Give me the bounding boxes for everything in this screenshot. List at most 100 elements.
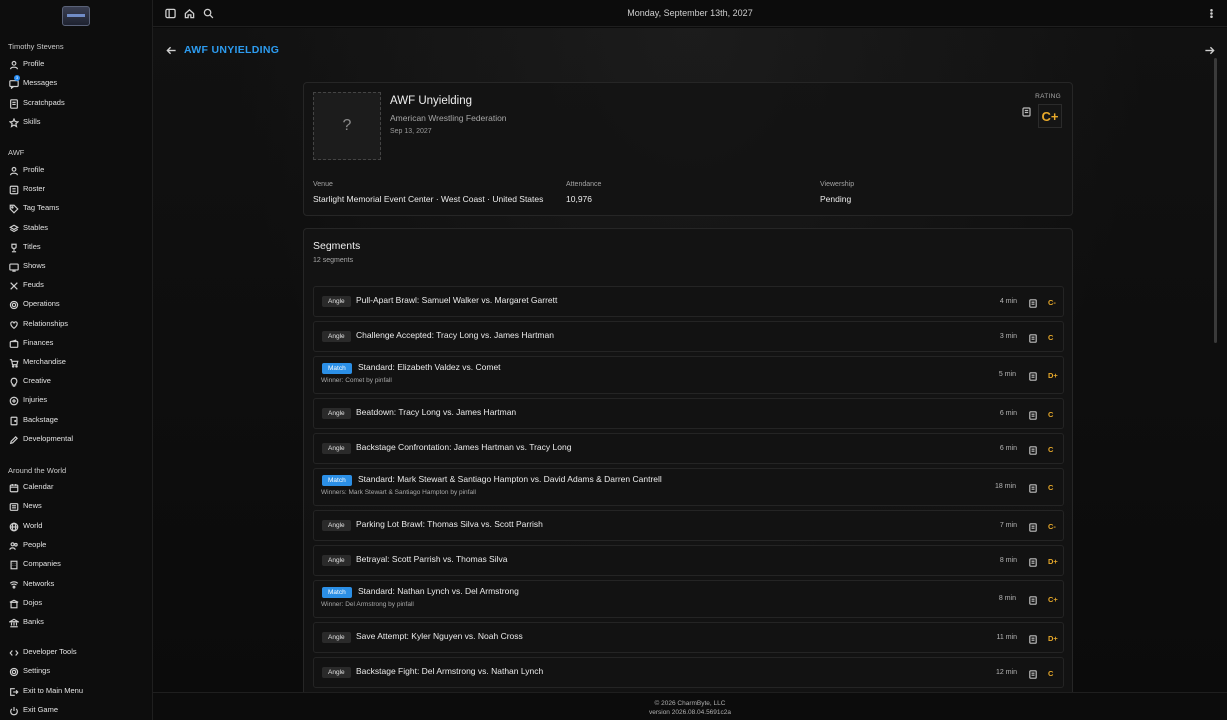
main-content: AWF UNYIELDING ? AWF Unyielding American… (153, 28, 1227, 692)
segment-name: Standard: Mark Stewart & Santiago Hampto… (358, 474, 662, 484)
segment-name: Challenge Accepted: Tracy Long vs. James… (356, 330, 554, 340)
segment-notes-icon[interactable] (1029, 634, 1037, 644)
segment-row[interactable]: Match Standard: Mark Stewart & Santiago H… (313, 468, 1064, 506)
segment-notes-icon[interactable] (1029, 372, 1037, 381)
sidebar-item-org-tag-teams[interactable]: Tag Teams (0, 201, 152, 217)
sidebar-item-system-exit-game[interactable]: Exit Game (0, 703, 152, 719)
footer: © 2026 CharmByte, LLC version 2026.08.04… (153, 692, 1227, 720)
sidebar-item-world-world[interactable]: World (0, 519, 152, 535)
sidebar-item-org-feuds[interactable]: Feuds (0, 278, 152, 294)
sidebar-item-org-backstage[interactable]: Backstage (0, 413, 152, 429)
segment-notes-icon[interactable] (1029, 445, 1037, 455)
more-vertical-icon[interactable] (1206, 8, 1217, 19)
sidebar-item-world-banks[interactable]: Banks (0, 615, 152, 631)
segment-notes-icon[interactable] (1029, 557, 1037, 567)
star-icon (9, 117, 19, 128)
segment-notes-icon[interactable] (1029, 298, 1037, 308)
game-logo[interactable] (62, 6, 90, 26)
sidebar-item-label: Companies (23, 559, 61, 569)
segment-grade: C+ (1048, 595, 1058, 604)
rating-label: RATING (1035, 93, 1061, 100)
segment-row[interactable]: Angle Parking Lot Brawl: Thomas Silva vs.… (313, 510, 1064, 541)
sidebar-item-org-stables[interactable]: Stables (0, 221, 152, 237)
segment-name: Beatdown: Tracy Long vs. James Hartman (356, 407, 517, 417)
sidebar-item-user-messages[interactable]: 3 Messages (0, 75, 152, 92)
segments-title: Segments (313, 240, 361, 252)
lightbulb-icon (9, 377, 19, 387)
sidebar-item-world-calendar[interactable]: Calendar (0, 480, 152, 496)
sidebar-item-user-skills[interactable]: Skills (0, 115, 152, 131)
segment-notes-icon[interactable] (1029, 410, 1037, 420)
sidebar-item-world-companies[interactable]: Companies (0, 557, 152, 573)
stat-value[interactable]: Starlight Memorial Event Center · West C… (313, 194, 543, 204)
sidebar-item-org-relationships[interactable]: Relationships (0, 317, 152, 333)
federation-name[interactable]: American Wrestling Federation (390, 113, 507, 123)
segment-name: Parking Lot Brawl: Thomas Silva vs. Scot… (356, 519, 543, 529)
scrollbar[interactable] (1214, 58, 1217, 343)
sidebar-item-user-scratchpads[interactable]: Scratchpads (0, 96, 152, 112)
sidebar-item-org-merchandise[interactable]: Merchandise (0, 355, 152, 371)
segment-notes-icon[interactable] (1029, 522, 1037, 532)
segment-notes-icon[interactable] (1029, 333, 1037, 343)
sidebar-item-org-operations[interactable]: Operations (0, 297, 152, 313)
segment-type-tag: Match (322, 363, 352, 374)
sidebar-item-world-people[interactable]: People (0, 538, 152, 554)
cart-icon (9, 358, 19, 368)
sidebar-item-org-roster[interactable]: Roster (0, 182, 152, 198)
sidebar-section-user: Timothy Stevens (8, 42, 64, 51)
sidebar-item-org-finances[interactable]: Finances (0, 336, 152, 352)
network-icon (9, 580, 19, 590)
segments-count: 12 segments (313, 257, 354, 264)
segment-row[interactable]: Match Standard: Elizabeth Valdez vs. Come… (313, 356, 1064, 394)
sidebar-item-system-developer-tools[interactable]: Developer Tools (0, 645, 152, 661)
people-icon (9, 541, 19, 551)
segment-row[interactable]: Angle Challenge Accepted: Tracy Long vs. … (313, 321, 1064, 352)
sidebar-item-label: Dojos (23, 597, 43, 607)
segment-notes-icon[interactable] (1029, 596, 1037, 605)
notes-icon[interactable] (1022, 107, 1031, 117)
sidebar-section-org: AWF (8, 148, 25, 157)
sidebar-item-world-dojos[interactable]: Dojos (0, 596, 152, 612)
sidebar-item-label: Backstage (23, 414, 59, 424)
sidebar-item-org-shows[interactable]: Shows (0, 259, 152, 275)
sidebar-item-system-settings[interactable]: Settings (0, 664, 152, 680)
segment-grade: C- (1048, 521, 1056, 531)
back-arrow-icon[interactable] (166, 45, 177, 56)
segment-type-tag: Angle (322, 632, 351, 643)
sidebar-item-label: Calendar (23, 482, 54, 491)
pencil-icon (9, 435, 19, 445)
sidebar-item-label: News (23, 501, 42, 511)
segment-row[interactable]: Angle Backstage Fight: Del Armstrong vs. … (313, 657, 1064, 688)
segment-duration: 4 min (999, 297, 1017, 305)
show-summary-card: ? AWF Unyielding American Wrestling Fede… (303, 82, 1073, 216)
sidebar-item-world-networks[interactable]: Networks (0, 577, 152, 593)
segment-notes-icon[interactable] (1029, 484, 1037, 493)
sidebar-item-label: Tag Teams (23, 203, 60, 213)
sidebar-item-org-titles[interactable]: Titles (0, 240, 152, 256)
segment-name: Save Attempt: Kyler Nguyen vs. Noah Cros… (356, 631, 523, 641)
stack-icon (9, 224, 19, 234)
unread-badge: 3 (14, 75, 20, 82)
segment-row[interactable]: Angle Beatdown: Tracy Long vs. James Hart… (313, 398, 1064, 429)
segment-row[interactable]: Angle Save Attempt: Kyler Nguyen vs. Noah… (313, 622, 1064, 653)
dojo-icon (9, 599, 19, 609)
segment-row[interactable]: Angle Pull-Apart Brawl: Samuel Walker vs.… (313, 286, 1064, 317)
segment-grade: C (1048, 409, 1054, 419)
sidebar-item-label: Shows (23, 261, 46, 270)
sidebar-item-world-news[interactable]: News (0, 499, 152, 515)
sidebar-item-org-injuries[interactable]: Injuries (0, 393, 152, 409)
show-poster-placeholder[interactable]: ? (313, 92, 381, 160)
sidebar-item-org-developmental[interactable]: Developmental (0, 432, 152, 448)
forward-arrow-icon[interactable] (1204, 45, 1215, 56)
segment-row[interactable]: Angle Betrayal: Scott Parrish vs. Thomas … (313, 545, 1064, 576)
sidebar-item-system-exit-to-main-menu[interactable]: Exit to Main Menu (0, 684, 152, 700)
sidebar-item-label: Injuries (23, 395, 48, 405)
sidebar-item-label: Profile (23, 59, 45, 68)
user-icon (9, 166, 19, 176)
sidebar-item-org-profile[interactable]: Profile (0, 163, 152, 179)
segment-row[interactable]: Angle Backstage Confrontation: James Hart… (313, 433, 1064, 464)
segment-notes-icon[interactable] (1029, 669, 1037, 679)
segment-row[interactable]: Match Standard: Nathan Lynch vs. Del Arms… (313, 580, 1064, 618)
sidebar-item-org-creative[interactable]: Creative (0, 374, 152, 390)
sidebar-item-user-profile[interactable]: Profile (0, 57, 152, 73)
